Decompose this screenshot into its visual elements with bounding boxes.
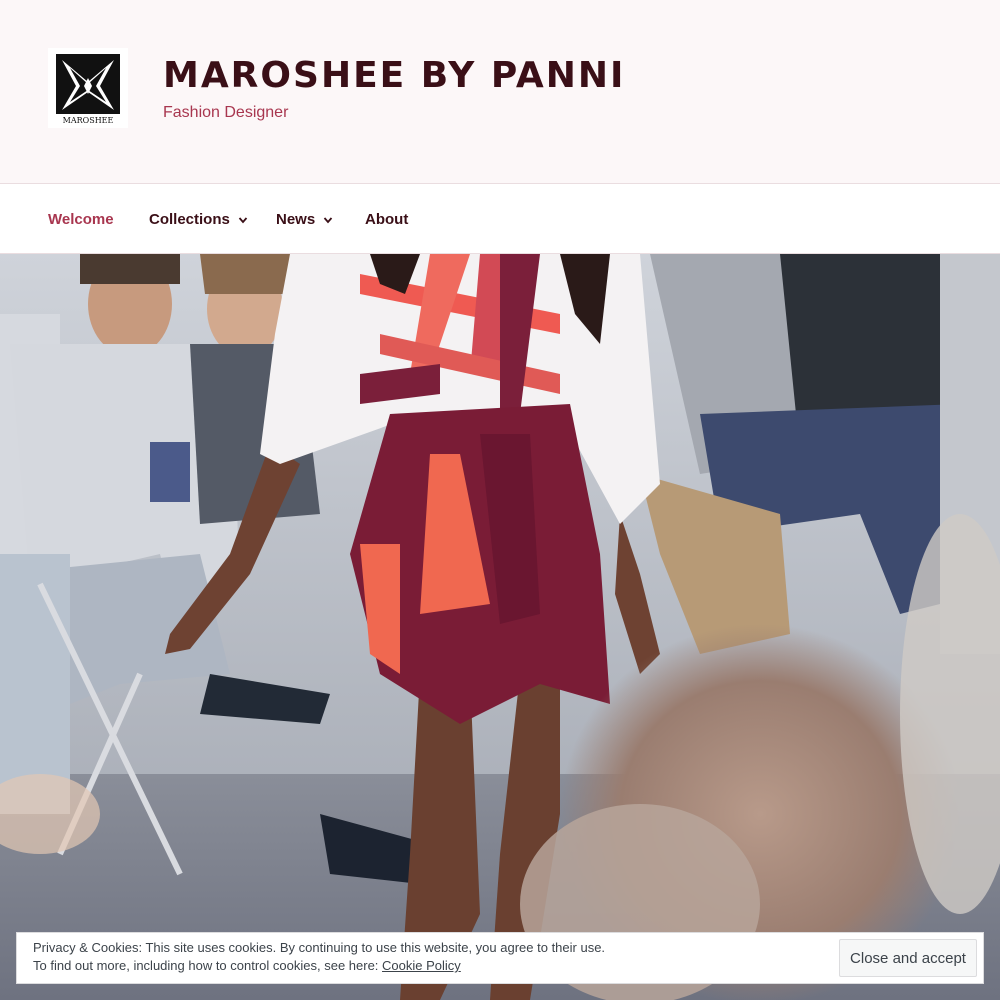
chevron-down-icon (238, 217, 248, 224)
cookie-notice-line2: To find out more, including how to contr… (33, 957, 605, 975)
chevron-down-icon (324, 217, 333, 224)
cookie-policy-link[interactable]: Cookie Policy (382, 958, 461, 973)
nav-item-news[interactable]: News (276, 184, 333, 255)
cookie-notice-line2-prefix: To find out more, including how to contr… (33, 958, 383, 973)
runway-photo (0, 254, 1000, 1000)
svg-text:MAROSHEE: MAROSHEE (63, 116, 114, 125)
nav-item-label: About (365, 211, 409, 228)
nav-item-about[interactable]: About (365, 184, 408, 255)
nav-item-welcome[interactable]: Welcome (48, 184, 114, 255)
cookie-notice: Privacy & Cookies: This site uses cookie… (16, 932, 984, 984)
close-and-accept-button[interactable]: Close and accept (839, 939, 977, 977)
cookie-notice-line1: Privacy & Cookies: This site uses cookie… (33, 940, 606, 955)
hero-image (0, 254, 1000, 1000)
logo-mark-icon: MAROSHEE (48, 48, 128, 128)
nav-item-label: Welcome (48, 211, 114, 228)
site-description: Fashion Designer (163, 104, 289, 121)
nav-item-label: News (276, 211, 316, 228)
nav-item-label: Collections (149, 211, 230, 228)
site-logo[interactable]: MAROSHEE (48, 48, 128, 128)
main-navigation: Welcome Collections News About (0, 183, 1000, 254)
cookie-notice-text: Privacy & Cookies: This site uses cookie… (33, 939, 605, 975)
site-title[interactable]: MAROSHEE BY PANNI (163, 55, 625, 96)
site-header: MAROSHEE MAROSHEE BY PANNI Fashion Desig… (0, 0, 1000, 183)
nav-item-collections[interactable]: Collections (149, 184, 248, 255)
